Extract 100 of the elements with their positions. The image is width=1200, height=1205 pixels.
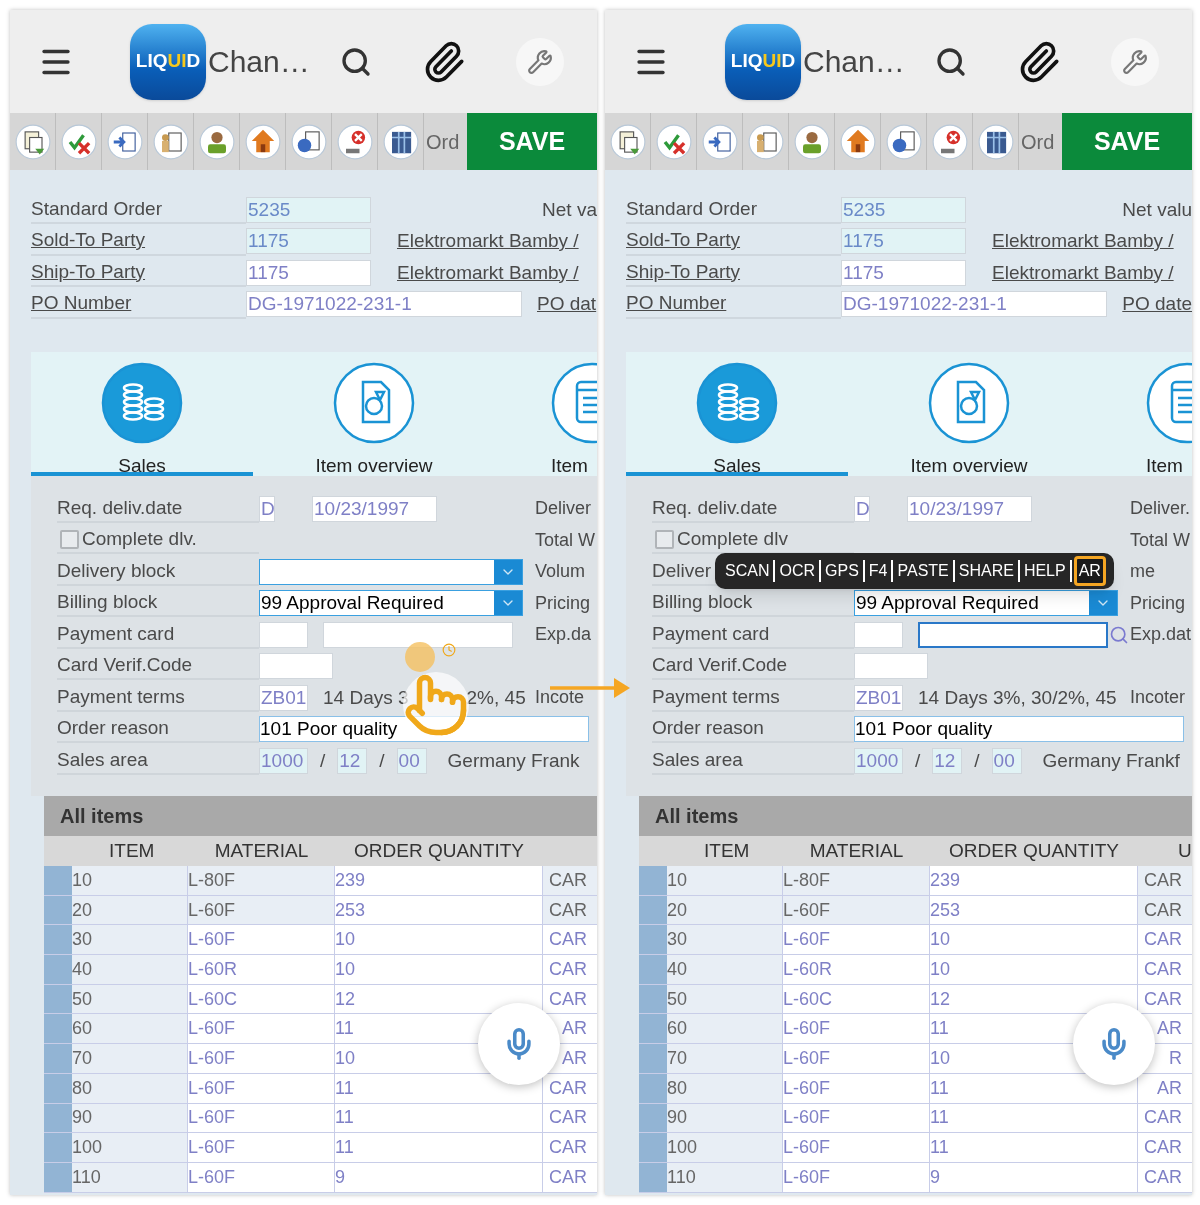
table-row[interactable]: 110 L-60F 9 CAR [639,1162,1192,1193]
input-field[interactable]: 1175 [841,259,966,286]
table-row[interactable]: 80 L-60F 11 AR [639,1073,1192,1104]
grid-icon[interactable] [977,123,1014,160]
search-icon[interactable] [935,45,967,78]
field-link[interactable]: Sold-To Party [31,226,146,255]
field-link[interactable]: Elektromarkt Bamby / [992,258,1174,287]
input-field[interactable]: D [854,495,870,522]
input-field[interactable]: 1175 [841,228,966,255]
table-row[interactable]: 30 L-60F 10 CAR [44,925,597,956]
document-icon[interactable] [609,123,646,160]
input-field[interactable]: D [259,495,275,522]
menu-item[interactable]: OCR [777,556,817,586]
menu-item[interactable]: HELP [1021,556,1068,586]
input-field[interactable]: 12 [932,747,963,774]
table-row[interactable]: 50 L-60C 12 CAR [44,984,597,1015]
input-field[interactable]: 1000 [259,747,308,774]
stamp-icon[interactable] [931,123,968,160]
payment-terms-text: 14 Days 3 [323,685,409,710]
save-button[interactable]: SAVE [1062,113,1192,170]
table-row[interactable]: 20 L-60F 253 CAR [639,895,1192,926]
input-field[interactable]: DG-1971022-231-1 [841,291,1108,318]
person-document-icon[interactable] [152,123,189,160]
grid-icon[interactable] [382,123,419,160]
menu-item[interactable]: GPS [823,556,861,586]
input-field[interactable]: DG-1971022-231-1 [246,291,522,318]
person-document-icon[interactable] [747,123,784,160]
documents-icon[interactable] [885,123,922,160]
wrench-button[interactable] [516,37,564,86]
field-link[interactable]: PO Number [626,289,727,318]
house-icon[interactable] [839,123,876,160]
check-cross-icon[interactable] [60,123,97,160]
dropdown-field[interactable]: 99 Approval Required [854,590,1118,617]
wrench-button[interactable] [1111,37,1159,86]
input-field[interactable]: 1000 [854,747,903,774]
tab[interactable]: Item overview [263,362,485,476]
table-row[interactable]: 30 L-60F 10 CAR [639,925,1192,956]
table-cell: L-60F [783,1044,930,1073]
table-row[interactable]: 100 L-60F 11 CAR [44,1133,597,1163]
input-field[interactable] [918,621,1108,648]
menu-item[interactable]: PASTE [895,556,951,586]
input-field[interactable]: 10/23/1997 [907,495,1032,522]
menu-item[interactable]: SCAN [723,556,772,586]
check-cross-icon[interactable] [655,123,692,160]
document-icon[interactable] [14,123,51,160]
documents-icon[interactable] [290,123,327,160]
input-field[interactable]: 101 Poor quality [854,716,1184,743]
input-field[interactable]: 12 [337,747,368,774]
field-link[interactable]: PO dat [537,290,597,319]
search-icon[interactable] [340,45,372,78]
input-field[interactable]: ZB01 [259,684,308,711]
field-link[interactable]: Elektromarkt Bamby / [397,258,579,287]
field-link[interactable]: Elektromarkt Bamby / [992,227,1174,256]
checkbox[interactable] [60,529,79,549]
field-link[interactable]: Sold-To Party [626,226,741,255]
stamp-icon[interactable] [336,123,373,160]
table-row[interactable]: 80 L-60F 11 CAR [44,1073,597,1104]
input-field[interactable]: 1175 [246,259,371,286]
menu-item[interactable]: F4 [866,556,890,586]
dropdown-field[interactable]: 99 Approval Required [259,590,523,617]
tab[interactable]: Item [1090,362,1192,476]
tab[interactable]: Item [495,362,597,476]
field-link[interactable]: Elektromarkt Bamby / [397,227,579,256]
input-field[interactable]: 00 [396,747,427,774]
table-cell: CAR [1138,895,1192,925]
table-row[interactable]: 50 L-60C 12 CAR [639,984,1192,1015]
table-cell: 239 [335,866,543,895]
person-icon[interactable] [793,123,830,160]
input-field[interactable]: 1175 [246,228,371,255]
field-link[interactable]: PO Number [31,289,132,318]
table-row[interactable]: 10 L-80F 239 CAR [639,866,1192,896]
checkbox[interactable] [655,529,674,549]
save-button[interactable]: SAVE [467,113,597,170]
table-row[interactable]: 40 L-60R 10 CAR [639,955,1192,985]
field-link[interactable]: Ship-To Party [626,257,741,286]
table-cell: 253 [930,895,1138,925]
table-row[interactable]: 40 L-60R 10 CAR [44,955,597,985]
table-row[interactable]: 110 L-60F 9 CAR [44,1162,597,1193]
dropdown-field[interactable] [259,558,523,585]
table-row[interactable]: 90 L-60F 11 CAR [639,1103,1192,1134]
table-cell: 70 [72,1044,188,1073]
import-icon[interactable] [106,123,143,160]
table-row[interactable]: 100 L-60F 11 CAR [639,1133,1192,1163]
import-icon[interactable] [701,123,738,160]
field-link[interactable]: Ship-To Party [31,257,146,286]
tab[interactable]: Item overview [858,362,1080,476]
table-row[interactable]: 90 L-60F 11 CAR [44,1103,597,1134]
field-link[interactable]: PO date [1122,290,1192,319]
person-icon[interactable] [198,123,235,160]
input-field[interactable]: 5235 [841,196,966,223]
house-icon[interactable] [244,123,281,160]
table-row[interactable]: 10 L-80F 239 CAR [44,866,597,896]
menu-item[interactable]: SHARE [956,556,1016,586]
input-field[interactable]: 5235 [246,196,371,223]
input-field[interactable]: 10/23/1997 [312,495,437,522]
input-field[interactable]: ZB01 [854,684,903,711]
table-row[interactable]: 20 L-60F 253 CAR [44,895,597,926]
menu-item[interactable]: AR [1073,556,1106,586]
input-field[interactable]: 00 [991,747,1022,774]
table-cell: L-60F [783,895,930,925]
